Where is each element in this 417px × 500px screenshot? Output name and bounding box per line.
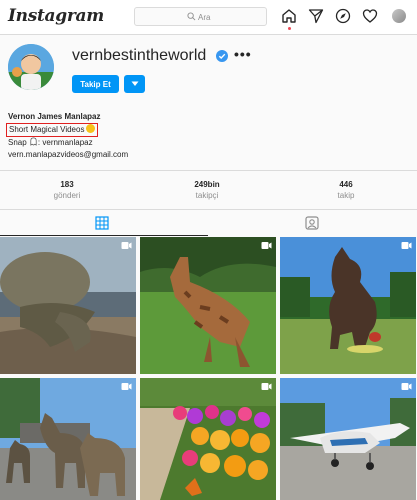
instagram-logo[interactable]: Instagram: [8, 6, 104, 26]
tagged-icon[interactable]: [305, 216, 319, 230]
profile-picture[interactable]: [8, 44, 54, 90]
posts-grid: [0, 237, 417, 500]
post-tile[interactable]: [140, 237, 276, 374]
search-input[interactable]: [198, 10, 258, 24]
verified-badge-icon: [216, 50, 228, 62]
followers-count: 249bin: [194, 180, 220, 189]
chevron-down-icon: [131, 81, 138, 86]
posts-count: 183: [60, 180, 74, 189]
profile-stats-bar: 183 gönderi 249bin takipçi 446 takip: [0, 170, 417, 210]
post-image-dog: [280, 237, 416, 374]
followers-count-stat[interactable]: 249bin takipçi: [167, 180, 247, 200]
search-icon: [187, 12, 196, 21]
ghost-emoji-icon: [30, 137, 37, 146]
followers-label: takipçi: [195, 191, 219, 200]
posts-label: gönderi: [53, 191, 81, 200]
video-indicator-icon: [261, 383, 272, 390]
following-label: takip: [337, 191, 355, 200]
search-box[interactable]: [134, 7, 267, 26]
post-image-giraffe: [140, 237, 276, 374]
profile-email[interactable]: vern.manlapazvideos@gmail.com: [8, 149, 128, 161]
activity-icon[interactable]: [362, 8, 378, 24]
post-image-camels: [0, 378, 136, 500]
post-image-flowers: [140, 378, 276, 500]
profile-avatar[interactable]: [392, 9, 406, 23]
post-tile[interactable]: [280, 378, 416, 500]
direct-icon[interactable]: [308, 8, 324, 24]
posts-count-stat: 183 gönderi: [27, 180, 107, 200]
explore-icon[interactable]: [335, 8, 351, 24]
post-tile[interactable]: [0, 378, 136, 500]
more-options-icon[interactable]: •••: [234, 46, 252, 62]
video-indicator-icon: [261, 242, 272, 249]
post-tile[interactable]: [280, 237, 416, 374]
profile-full-name: Vernon James Manlapaz: [8, 112, 101, 121]
post-image-turtle: [0, 237, 136, 374]
active-tab-indicator: [0, 235, 208, 236]
following-count: 446: [339, 180, 353, 189]
profile-username: vernbestintheworld: [72, 47, 207, 64]
profile-photo-image: [8, 44, 54, 90]
grinning-emoji-icon: [86, 124, 96, 133]
snapchat-line: Snap : vernmanlapaz: [8, 137, 128, 149]
notification-dot: [288, 27, 291, 30]
video-indicator-icon: [121, 242, 132, 249]
snap-handle: : vernmanlapaz: [37, 138, 93, 147]
snap-label: Snap: [8, 138, 27, 147]
profile-bio: Vernon James Manlapaz Short Magical Vide…: [6, 111, 128, 161]
grid-icon[interactable]: [95, 216, 109, 230]
top-navigation-bar: Instagram: [0, 0, 417, 35]
post-tile[interactable]: [0, 237, 136, 374]
profile-tabs: [0, 210, 417, 236]
follow-button[interactable]: Takip Et: [72, 75, 119, 93]
profile-category-highlight: Short Magical Videos: [6, 123, 99, 137]
video-indicator-icon: [121, 383, 132, 390]
home-icon[interactable]: [281, 8, 297, 24]
profile-category: Short Magical Videos: [9, 125, 85, 134]
post-tile[interactable]: [140, 378, 276, 500]
suggestions-dropdown-button[interactable]: [124, 75, 145, 93]
video-indicator-icon: [401, 383, 412, 390]
video-indicator-icon: [401, 242, 412, 249]
following-count-stat[interactable]: 446 takip: [306, 180, 386, 200]
post-image-airplane: [280, 378, 416, 500]
